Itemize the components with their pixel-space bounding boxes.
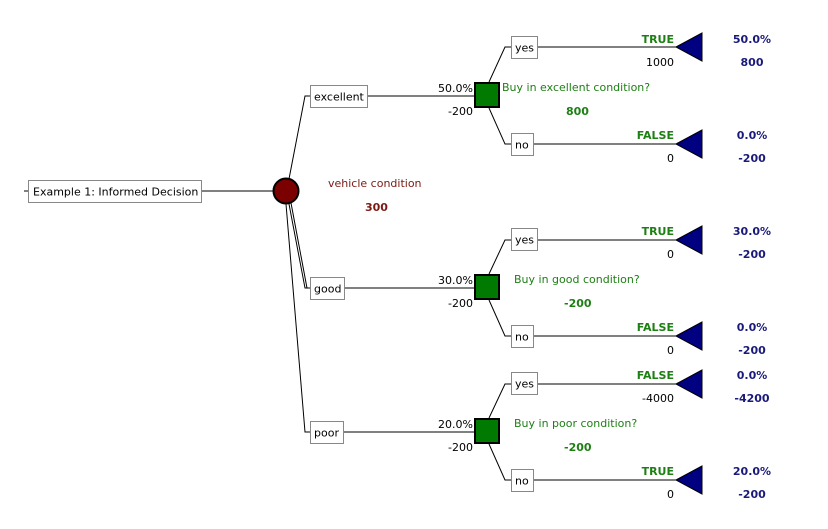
terminal-value: -200 (738, 344, 766, 357)
terminal-value: -200 (738, 152, 766, 165)
decision-node-icon[interactable] (474, 418, 500, 444)
branch-probability: 30.0% (438, 274, 473, 287)
decision-name: Buy in good condition? (514, 273, 640, 286)
terminal-node-icon[interactable] (674, 465, 703, 495)
chance-node-icon[interactable] (272, 177, 300, 205)
branch-payoff: -200 (448, 105, 473, 118)
option-payoff: 0 (667, 248, 674, 261)
option-payoff: -4000 (642, 392, 674, 405)
branch-poor: poor 20.0% -200 Buy in poor condition? -… (310, 369, 771, 501)
branch-excellent: excellent 50.0% -200 Buy in excellent co… (310, 32, 771, 165)
terminal-value: -200 (738, 488, 766, 501)
terminal-node-icon[interactable] (674, 32, 703, 62)
option-chosen: FALSE (637, 129, 674, 142)
terminal-probability: 30.0% (733, 225, 771, 238)
option-label: no (515, 475, 529, 488)
branch-label: excellent (314, 91, 365, 104)
terminal-node-icon[interactable] (674, 129, 703, 159)
option-payoff: 0 (667, 344, 674, 357)
decision-tree: Example 1: Informed Decision vehicle con… (24, 32, 771, 501)
terminal-value: 800 (741, 56, 764, 69)
branch-good: good 30.0% -200 Buy in good condition? -… (310, 225, 771, 357)
decision-value: 800 (566, 105, 589, 118)
option-label: yes (515, 42, 534, 55)
option-label: yes (515, 378, 534, 391)
option-payoff: 1000 (646, 56, 674, 69)
decision-name: Buy in poor condition? (514, 417, 637, 430)
chance-node-value: 300 (365, 201, 388, 214)
terminal-value: -200 (738, 248, 766, 261)
terminal-probability: 0.0% (737, 369, 768, 382)
option-payoff: 0 (667, 488, 674, 501)
branch-probability: 20.0% (438, 418, 473, 431)
terminal-probability: 20.0% (733, 465, 771, 478)
option-label: no (515, 139, 529, 152)
decision-node-icon[interactable] (474, 274, 500, 300)
decision-name: Buy in excellent condition? (502, 81, 650, 94)
decision-node-icon[interactable] (474, 82, 500, 108)
branch-label: good (314, 283, 341, 296)
option-chosen: FALSE (637, 369, 674, 382)
chance-branches (285, 95, 310, 433)
terminal-node-icon[interactable] (674, 225, 703, 255)
terminal-probability: 0.0% (737, 129, 768, 142)
decision-value: -200 (564, 297, 592, 310)
terminal-value: -4200 (734, 392, 770, 405)
terminal-probability: 50.0% (733, 33, 771, 46)
option-payoff: 0 (667, 152, 674, 165)
option-label: no (515, 331, 529, 344)
decision-value: -200 (564, 441, 592, 454)
terminal-node-icon[interactable] (674, 369, 703, 399)
chance-node-name: vehicle condition (328, 177, 422, 190)
option-chosen: TRUE (642, 465, 674, 478)
branch-probability: 50.0% (438, 82, 473, 95)
option-chosen: TRUE (642, 225, 674, 238)
option-label: yes (515, 234, 534, 247)
root-node[interactable]: Example 1: Informed Decision (24, 180, 273, 203)
root-label: Example 1: Informed Decision (33, 186, 198, 199)
terminal-node-icon[interactable] (674, 321, 703, 351)
option-chosen: TRUE (642, 33, 674, 46)
branch-payoff: -200 (448, 297, 473, 310)
branch-label: poor (314, 427, 339, 440)
option-chosen: FALSE (637, 321, 674, 334)
terminal-probability: 0.0% (737, 321, 768, 334)
branch-payoff: -200 (448, 441, 473, 454)
